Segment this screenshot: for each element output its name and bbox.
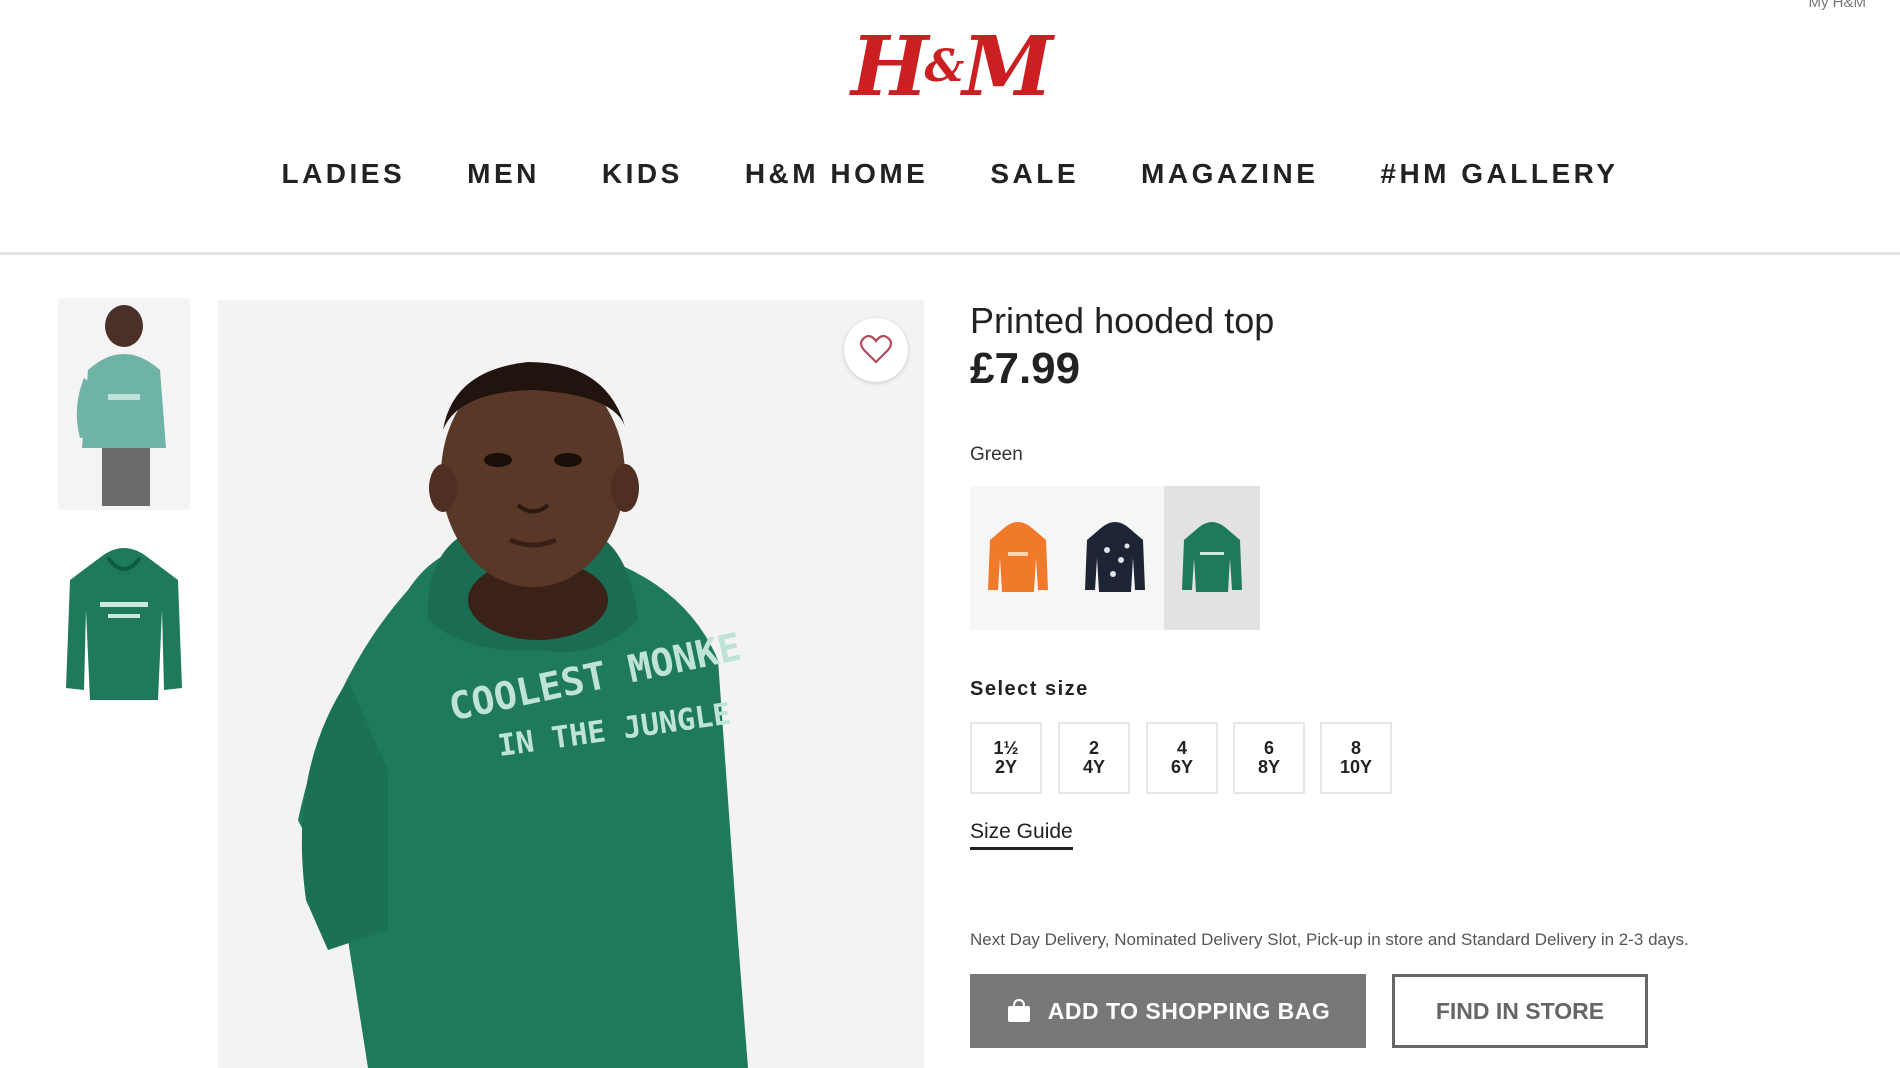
- orange-hoodie-icon: [988, 522, 1048, 592]
- size-option-6-8y[interactable]: 6 8Y: [1233, 722, 1305, 794]
- size-option-8-10y[interactable]: 8 10Y: [1320, 722, 1392, 794]
- brand-logo[interactable]: H&M: [0, 22, 1900, 112]
- add-to-shopping-bag-label: ADD TO SHOPPING BAG: [1047, 997, 1331, 1024]
- size-option-line-2: 8Y: [1257, 757, 1281, 777]
- thumbnail-model-image: [58, 298, 190, 510]
- navy-hoodie-icon: [1085, 522, 1145, 592]
- main-product-image[interactable]: COOLEST MONKE IN THE JUNGLE: [218, 300, 924, 1068]
- heart-icon: [859, 334, 893, 364]
- add-to-shopping-bag-button[interactable]: ADD TO SHOPPING BAG: [970, 974, 1366, 1048]
- size-option-line-1: 6: [1263, 738, 1274, 758]
- size-option-1-5-2y[interactable]: 1½ 2Y: [970, 722, 1042, 794]
- thumbnail-model[interactable]: [58, 298, 190, 510]
- find-in-store-label: FIND IN STORE: [1435, 997, 1605, 1024]
- size-option-line-1: 8: [1350, 738, 1361, 758]
- color-swatch-orange[interactable]: [970, 486, 1066, 630]
- size-option-4-6y[interactable]: 4 6Y: [1146, 722, 1218, 794]
- color-swatches: [970, 486, 1260, 630]
- color-swatch-navy[interactable]: [1067, 486, 1163, 630]
- thumbnail-product-image: [66, 548, 182, 700]
- favourite-button[interactable]: [844, 318, 908, 382]
- thumbnail-product[interactable]: [58, 540, 190, 710]
- size-option-line-2: 10Y: [1339, 757, 1373, 777]
- delivery-info: Next Day Delivery, Nominated Delivery Sl…: [970, 930, 1689, 949]
- nav-item-ladies[interactable]: LADIES: [281, 158, 405, 190]
- size-option-line-2: 6Y: [1170, 757, 1194, 777]
- logo-letter-m: M: [962, 19, 1053, 115]
- main-navigation: LADIES MEN KIDS H&M HOME SALE MAGAZINE #…: [0, 158, 1900, 190]
- color-swatch-green[interactable]: [1164, 486, 1260, 630]
- select-size-label: Select size: [970, 678, 1089, 700]
- model-photo: COOLEST MONKE IN THE JUNGLE: [218, 300, 924, 1068]
- shopping-bag-icon: [1007, 999, 1030, 1022]
- size-option-2-4y[interactable]: 2 4Y: [1058, 722, 1130, 794]
- product-price: £7.99: [970, 344, 1081, 393]
- size-option-line-1: 2: [1088, 738, 1099, 758]
- size-option-line-2: 2Y: [994, 757, 1018, 777]
- nav-item-men[interactable]: MEN: [467, 158, 540, 190]
- logo-letter-h: H: [851, 19, 929, 115]
- account-link[interactable]: My H&M: [1809, 0, 1867, 11]
- nav-item-hm-home[interactable]: H&M HOME: [745, 158, 929, 190]
- size-guide-link[interactable]: Size Guide: [970, 820, 1073, 850]
- logo-ampersand: &: [924, 41, 964, 92]
- nav-item-magazine[interactable]: MAGAZINE: [1141, 158, 1318, 190]
- find-in-store-button[interactable]: FIND IN STORE: [1392, 974, 1648, 1048]
- product-title: Printed hooded top: [970, 300, 1275, 341]
- header-divider: [0, 252, 1900, 255]
- nav-item-hm-gallery[interactable]: #HM GALLERY: [1380, 158, 1618, 190]
- size-option-line-2: 4Y: [1082, 757, 1106, 777]
- size-option-line-1: 1½: [993, 738, 1019, 758]
- green-hoodie-icon: [1182, 522, 1242, 592]
- nav-item-sale[interactable]: SALE: [990, 158, 1079, 190]
- nav-item-kids[interactable]: KIDS: [602, 158, 683, 190]
- selected-color-label: Green: [970, 444, 1023, 465]
- size-option-line-1: 4: [1176, 738, 1187, 758]
